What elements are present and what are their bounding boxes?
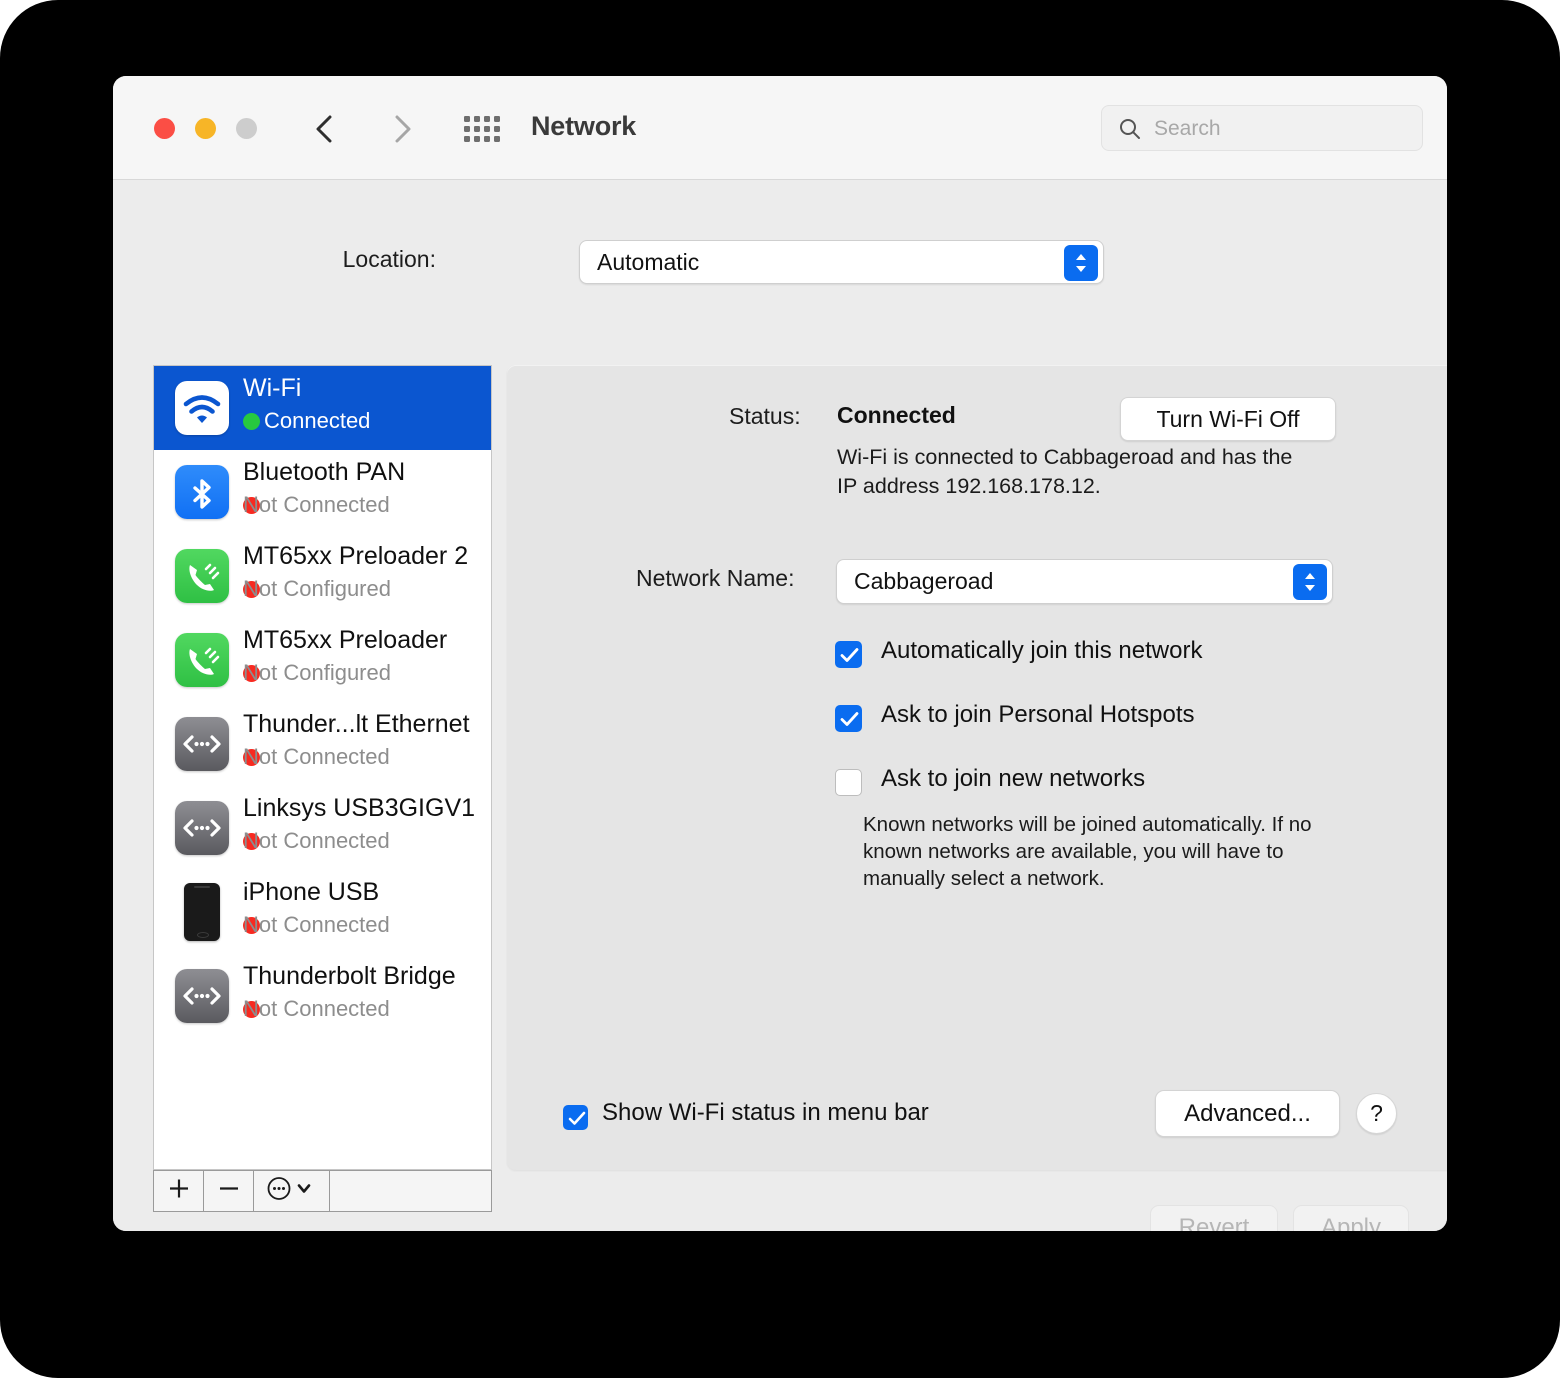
service-list-item[interactable]: Thunder...lt Ethernet Not Connected <box>154 702 491 786</box>
status-label: Status: <box>729 403 801 429</box>
service-status: Not Connected <box>243 492 390 517</box>
zoom-button[interactable] <box>236 118 257 139</box>
ethernet-icon <box>175 717 229 771</box>
location-label: Location: <box>342 246 436 272</box>
minus-icon <box>217 1177 241 1206</box>
wifi-icon <box>175 381 229 435</box>
service-list-item[interactable]: MT65xx Preloader Not Configured <box>154 618 491 702</box>
location-row: Location: Automatic <box>113 240 1447 284</box>
service-status: Not Configured <box>243 660 391 685</box>
service-icon <box>175 969 229 1023</box>
service-name: MT65xx Preloader <box>243 626 448 654</box>
window-body: Location: Automatic Wi-Fi Connected Blueto… <box>113 180 1447 1231</box>
status-dot <box>243 413 260 430</box>
service-name: Thunder...lt Ethernet <box>243 710 470 738</box>
services-toolbar <box>153 1170 492 1212</box>
checkbox-note: Known networks will be joined automatica… <box>863 813 1312 890</box>
status-value: Connected <box>837 402 956 428</box>
window-titlebar: Network Search <box>113 76 1447 180</box>
location-select[interactable]: Automatic <box>579 240 1104 284</box>
checkbox-box[interactable] <box>835 641 862 668</box>
status-description: Wi-Fi is connected to Cabbageroad and ha… <box>837 445 1293 498</box>
checkbox-box[interactable] <box>835 705 862 732</box>
service-list-item[interactable]: MT65xx Preloader 2 Not Configured <box>154 534 491 618</box>
ethernet-icon <box>175 801 229 855</box>
help-button[interactable]: ? <box>1356 1093 1397 1134</box>
service-name: Linksys USB3GIGV1 <box>243 794 476 822</box>
iphone-icon <box>184 883 220 941</box>
service-name: Thunderbolt Bridge <box>243 962 456 990</box>
ellipsis-circle-icon <box>266 1176 318 1207</box>
network-name-label: Network Name: <box>636 565 795 591</box>
network-preferences-window: Network Search Location: Automatic Wi-Fi… <box>113 76 1447 1231</box>
plus-icon <box>167 1177 191 1206</box>
show-all-grid-icon[interactable] <box>464 116 506 142</box>
service-actions-button[interactable] <box>254 1171 330 1211</box>
phone-modem-icon <box>175 549 229 603</box>
service-status: Not Connected <box>243 744 390 769</box>
revert-button[interactable]: Revert <box>1150 1205 1278 1231</box>
network-name-value: Cabbageroad <box>854 568 994 594</box>
checkbox-box[interactable] <box>563 1105 588 1130</box>
service-list-item[interactable]: Thunderbolt Bridge Not Connected <box>154 954 491 1038</box>
service-list-item[interactable]: Bluetooth PAN Not Connected <box>154 450 491 534</box>
back-icon[interactable] <box>309 112 341 146</box>
page-title: Network <box>531 111 637 141</box>
ethernet-icon <box>175 969 229 1023</box>
service-icon <box>175 717 229 771</box>
network-name-select[interactable]: Cabbageroad <box>836 559 1333 604</box>
checkbox-box[interactable] <box>835 769 862 796</box>
bluetooth-icon <box>175 465 229 519</box>
wifi-settings-panel: Status: Connected Turn Wi-Fi Off Wi-Fi i… <box>507 365 1447 1170</box>
advanced-button[interactable]: Advanced... <box>1155 1090 1340 1137</box>
service-status: Not Connected <box>243 828 390 853</box>
service-icon <box>175 633 229 687</box>
checkbox-label: Show Wi-Fi status in menu bar <box>602 1099 929 1126</box>
network-name-stepper-icon[interactable] <box>1293 564 1327 600</box>
close-button[interactable] <box>154 118 175 139</box>
service-status: Connected <box>264 408 371 433</box>
service-icon <box>175 549 229 603</box>
service-status: Not Connected <box>243 912 390 937</box>
remove-service-button[interactable] <box>204 1171 254 1211</box>
network-services-list[interactable]: Wi-Fi Connected Bluetooth PAN Not Connected… <box>153 365 492 1170</box>
service-status: Not Configured <box>243 576 391 601</box>
add-service-button[interactable] <box>154 1171 204 1211</box>
checkbox-label: Automatically join this network <box>881 637 1203 664</box>
service-list-item[interactable]: Linksys USB3GIGV1 Not Connected <box>154 786 491 870</box>
minimize-button[interactable] <box>195 118 216 139</box>
service-list-item[interactable]: Wi-Fi Connected <box>154 366 491 450</box>
service-name: Bluetooth PAN <box>243 458 406 486</box>
service-name: iPhone USB <box>243 878 380 906</box>
service-status: Not Connected <box>243 996 390 1021</box>
service-name: Wi-Fi <box>243 374 302 402</box>
search-input[interactable]: Search <box>1101 105 1423 151</box>
search-icon <box>1118 117 1142 141</box>
forward-icon[interactable] <box>386 112 418 146</box>
checkbox-label: Ask to join Personal Hotspots <box>881 701 1195 728</box>
apply-button[interactable]: Apply <box>1293 1205 1409 1231</box>
toolbar-filler <box>330 1171 491 1211</box>
service-icon <box>175 883 229 941</box>
service-icon <box>175 465 229 519</box>
checkbox-label: Ask to join new networks <box>881 765 1146 792</box>
turn-wifi-off-button[interactable]: Turn Wi-Fi Off <box>1120 397 1336 441</box>
search-placeholder: Search <box>1154 117 1221 140</box>
service-list-item[interactable]: iPhone USB Not Connected <box>154 870 491 954</box>
phone-modem-icon <box>175 633 229 687</box>
service-name: MT65xx Preloader 2 <box>243 542 469 570</box>
location-value: Automatic <box>597 249 700 275</box>
service-icon <box>175 381 229 435</box>
service-icon <box>175 801 229 855</box>
location-stepper-icon[interactable] <box>1064 245 1098 281</box>
